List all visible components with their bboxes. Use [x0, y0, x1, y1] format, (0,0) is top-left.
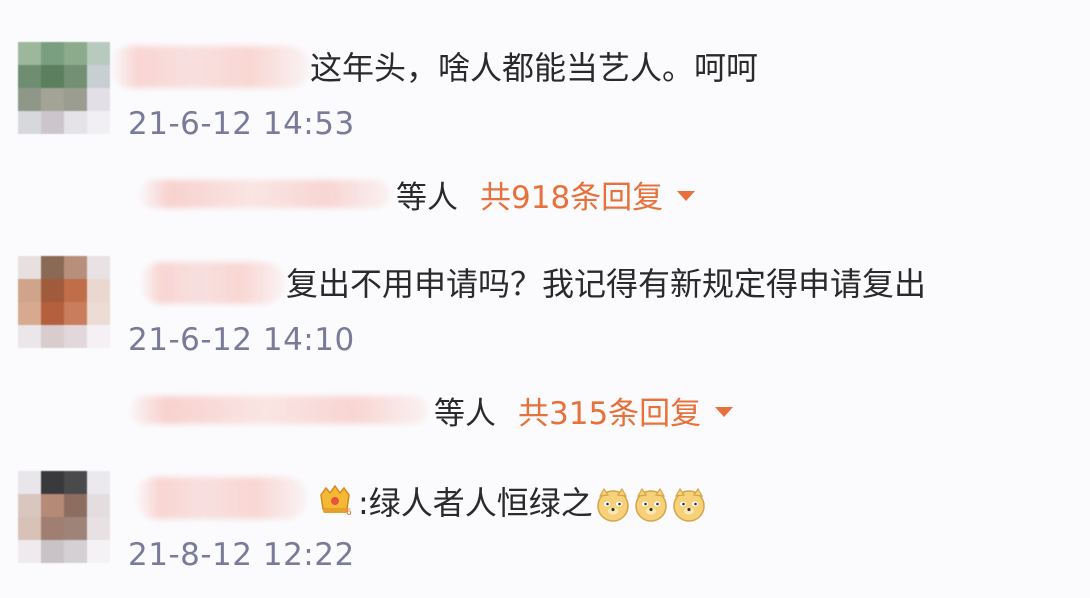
comment-text: 这年头，啥人都能当艺人。呵呵	[310, 49, 759, 87]
avatar[interactable]	[18, 256, 110, 348]
doge-emoji-icon	[635, 487, 667, 522]
caret-down-icon[interactable]	[715, 407, 734, 417]
comment-item-1: 这年头，啥人都能当艺人。呵呵 21-6-12 14:53	[0, 0, 1090, 170]
username-blurred[interactable]	[135, 477, 307, 519]
replies-expander[interactable]: 等人 共918条回复	[140, 172, 696, 217]
reply-count-link[interactable]: 共315条回复	[518, 388, 701, 433]
avatar[interactable]	[18, 471, 110, 563]
reply-usernames-blurred	[140, 180, 390, 208]
comment-timestamp: 21-8-12 12:22	[128, 537, 355, 573]
replies-expander[interactable]: 等人 共315条回复	[130, 388, 734, 433]
reply-count-link[interactable]: 共918条回复	[480, 172, 663, 217]
doge-emoji-icon	[597, 487, 629, 522]
comment-item-2: 复出不用申请吗？我记得有新规定得申请复出 21-6-12 14:10	[0, 250, 1090, 380]
crown-medal-icon: 6	[320, 484, 352, 517]
reply-users-label: 等人	[434, 395, 496, 432]
reply-usernames-blurred	[130, 396, 428, 424]
username-blurred[interactable]	[110, 46, 310, 88]
svg-text:6: 6	[346, 508, 352, 517]
reply-users-label: 等人	[396, 179, 458, 216]
doge-emoji-icon	[673, 487, 705, 522]
username-blurred[interactable]	[140, 262, 285, 304]
comment-text: :绿人者人恒绿之	[358, 483, 707, 523]
comment-timestamp: 21-6-12 14:10	[128, 322, 355, 358]
comment-body: :绿人者人恒绿之	[358, 484, 593, 522]
caret-down-icon[interactable]	[677, 191, 696, 201]
comment-item-3: 6 :绿人者人恒绿之 21-8-12 12:22	[0, 465, 1090, 598]
comment-timestamp: 21-6-12 14:53	[128, 106, 355, 142]
avatar[interactable]	[18, 42, 110, 134]
comment-text: 复出不用申请吗？我记得有新规定得申请复出	[286, 265, 927, 303]
